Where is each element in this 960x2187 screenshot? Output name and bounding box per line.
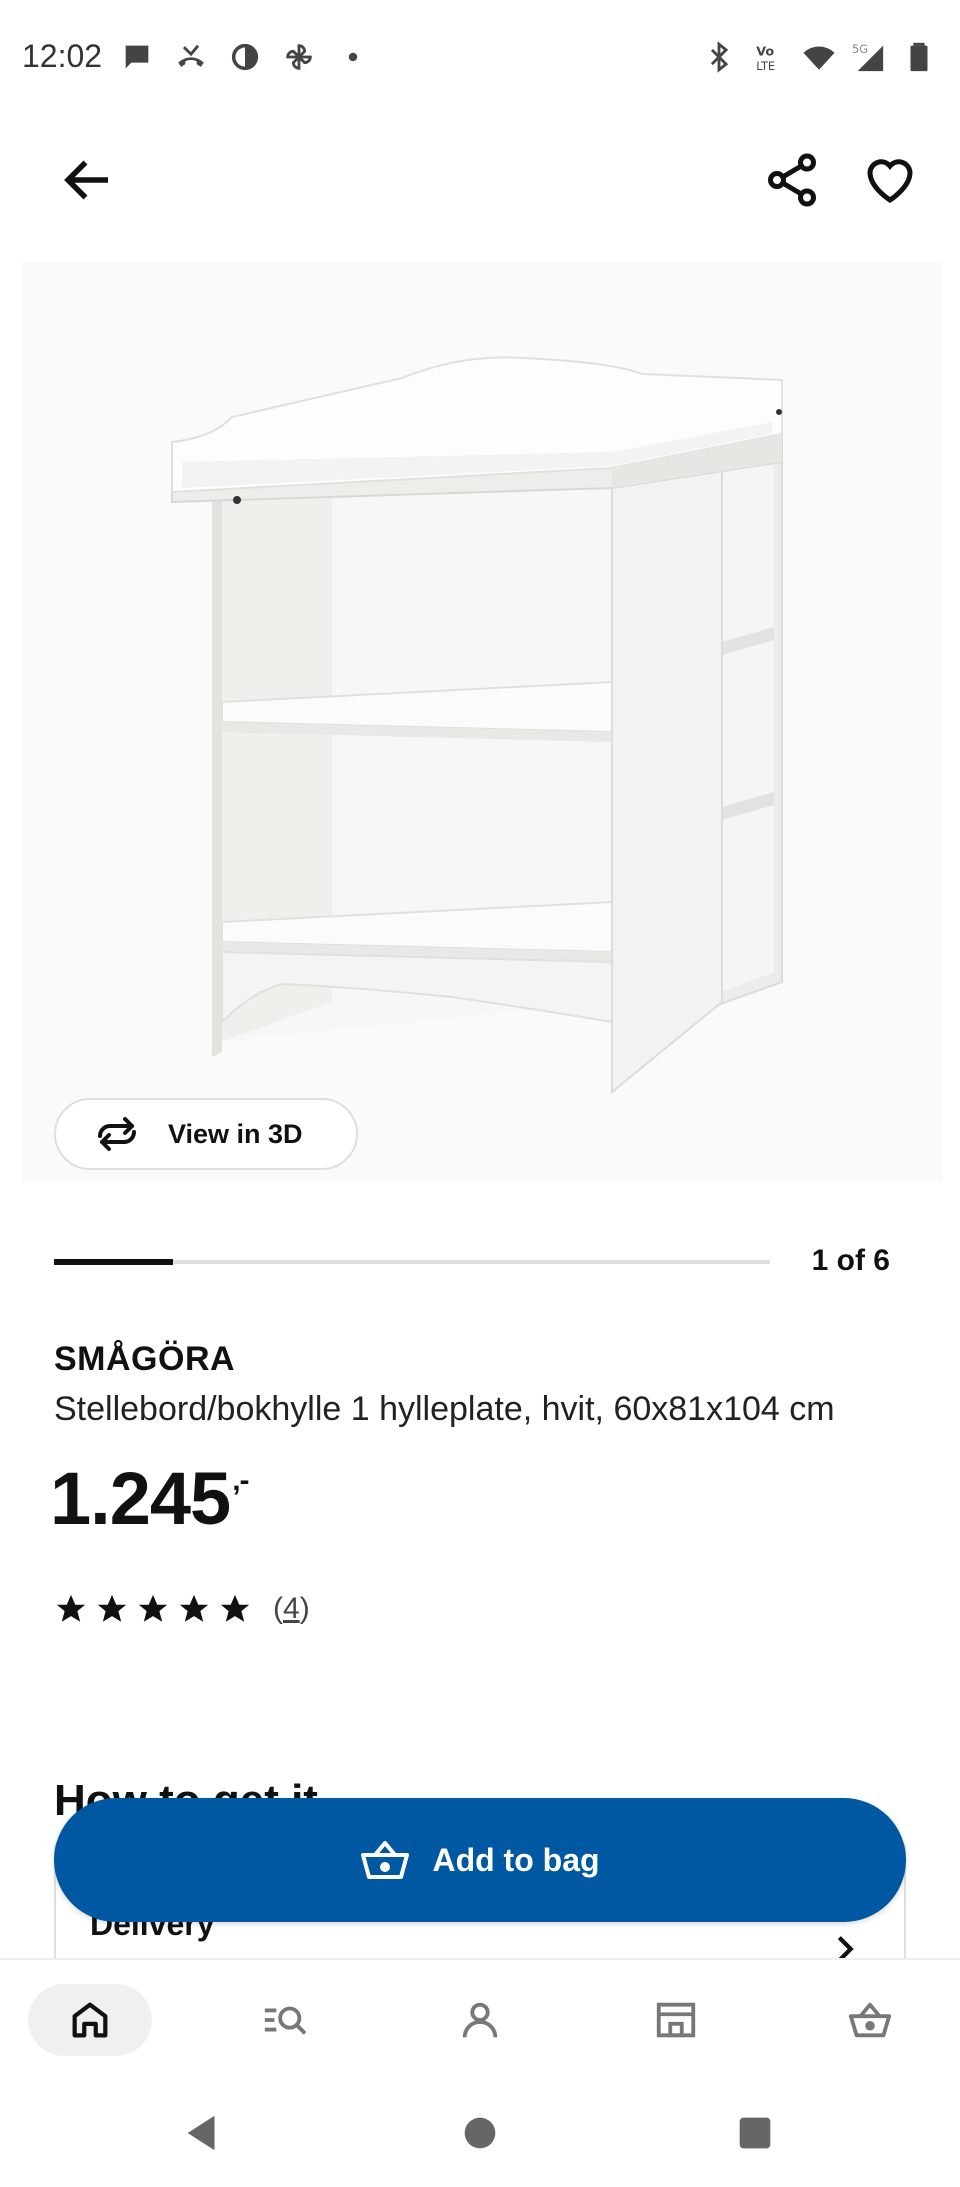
svg-text:Vo: Vo — [756, 45, 774, 60]
heart-icon — [867, 159, 913, 203]
circle-home-icon — [464, 2117, 496, 2149]
star-icon — [97, 1594, 127, 1622]
arrow-left-icon — [64, 160, 108, 200]
notification-icons — [120, 40, 370, 74]
price-value: 1.245 — [50, 1457, 231, 1540]
contrast-icon — [228, 40, 262, 74]
pinwheel-icon — [282, 40, 316, 74]
system-navigation-bar — [0, 2082, 960, 2187]
chat-bubble-icon — [120, 40, 154, 74]
svg-text:LTE: LTE — [756, 59, 775, 73]
product-description: Stellebord/bokhylle 1 hylleplate, hvit, … — [54, 1390, 835, 1428]
search-list-icon — [264, 2006, 307, 2035]
profile-icon — [462, 2002, 498, 2038]
image-carousel-progress — [54, 1259, 770, 1265]
add-to-bag-button[interactable]: Add to bag — [54, 1798, 906, 1922]
missed-call-icon — [174, 40, 208, 74]
triangle-back-icon — [187, 2115, 215, 2151]
system-back-button[interactable] — [180, 2110, 226, 2156]
basket-icon — [361, 1841, 410, 1879]
system-recents-button[interactable] — [732, 2110, 778, 2156]
bottom-navigation — [0, 1958, 960, 2082]
volte-icon: Vo LTE — [752, 40, 786, 74]
rotate-3d-icon — [98, 1117, 136, 1151]
share-button[interactable] — [762, 150, 822, 210]
battery-icon — [902, 40, 936, 74]
svg-text:5G: 5G — [852, 42, 868, 56]
square-recents-icon — [739, 2117, 771, 2149]
bluetooth-icon — [702, 40, 736, 74]
system-status-icons: Vo LTE 5G — [702, 40, 936, 74]
nav-bag[interactable] — [808, 1984, 932, 2056]
product-name: SMÅGÖRA — [54, 1340, 236, 1378]
view-in-3d-label: View in 3D — [168, 1118, 303, 1149]
star-icon — [56, 1594, 86, 1622]
price-suffix: ,- — [232, 1464, 249, 1497]
image-counter: 1 of 6 — [811, 1244, 890, 1277]
product-image-gallery[interactable]: View in 3D — [22, 262, 942, 1182]
bag-icon — [848, 2002, 892, 2038]
favourite-button[interactable] — [860, 150, 920, 210]
5g-signal-icon: 5G — [852, 40, 886, 74]
carousel-progress-fill — [54, 1259, 174, 1265]
app-bar — [0, 120, 960, 230]
review-count: 4 — [283, 1592, 300, 1625]
status-time: 12:02 — [22, 38, 103, 74]
status-bar: 12:02 Vo LTE 5G — [0, 0, 960, 120]
product-image — [171, 356, 783, 1095]
dot-icon — [336, 40, 370, 74]
add-to-bag-label: Add to bag — [432, 1841, 600, 1878]
home-icon — [72, 2002, 108, 2038]
star-icon — [138, 1594, 168, 1622]
product-price: 1.245 ,- — [50, 1456, 250, 1541]
nav-profile[interactable] — [418, 1984, 542, 2056]
store-icon — [656, 2002, 696, 2038]
view-in-3d-button[interactable]: View in 3D — [54, 1098, 358, 1170]
star-icon — [179, 1594, 209, 1622]
star-icon — [220, 1594, 250, 1622]
product-rating[interactable]: (4) — [54, 1592, 310, 1626]
review-count-link[interactable]: (4) — [273, 1592, 310, 1626]
system-home-button[interactable] — [457, 2110, 503, 2156]
nav-search[interactable] — [222, 1984, 346, 2056]
back-button[interactable] — [58, 150, 118, 210]
wifi-icon — [802, 40, 836, 74]
nav-store[interactable] — [614, 1984, 738, 2056]
share-icon — [768, 153, 816, 207]
nav-home[interactable] — [28, 1984, 152, 2056]
